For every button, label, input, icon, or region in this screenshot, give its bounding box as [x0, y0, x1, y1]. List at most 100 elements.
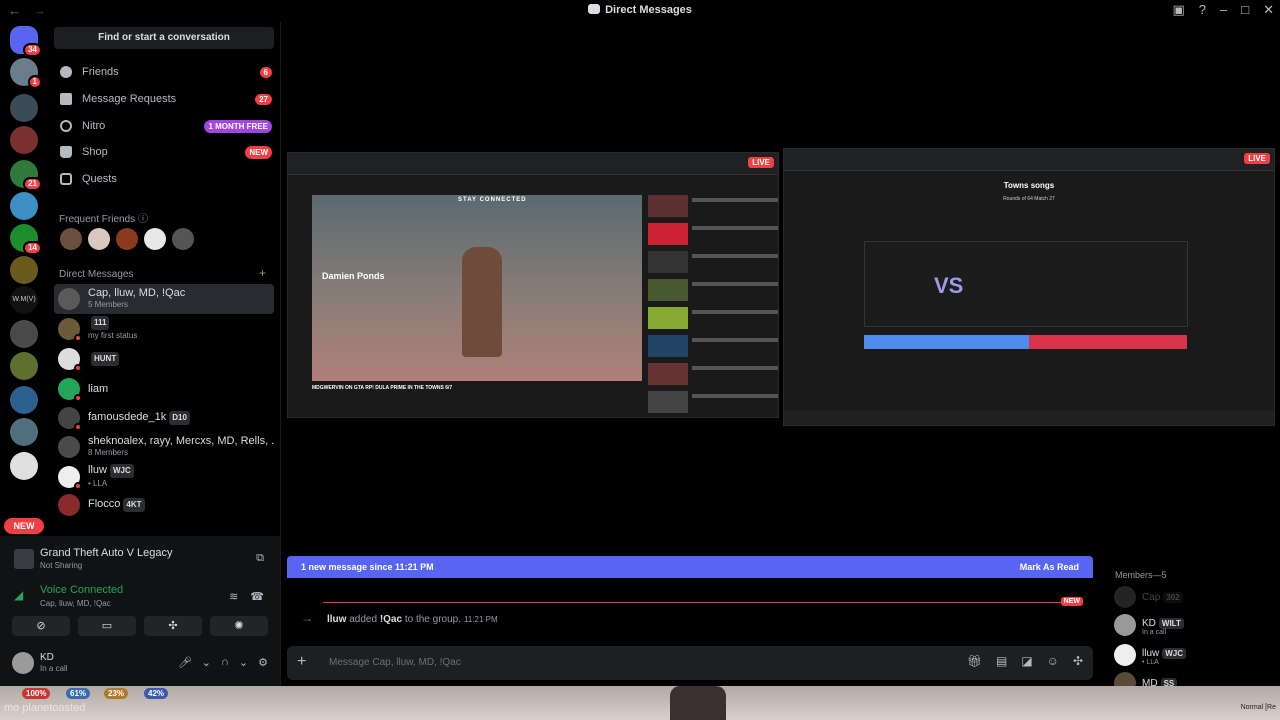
composer-actions: 🎁︎ ▤ ◪ ☺ ✣	[967, 654, 1083, 668]
chevron-down-icon[interactable]: ⌄	[239, 656, 248, 669]
server-icon[interactable]	[10, 452, 38, 480]
mark-as-read-button[interactable]: Mark As Read	[1020, 562, 1079, 572]
new-unread-pill[interactable]: NEW	[4, 518, 44, 534]
help-icon[interactable]: ?	[1199, 2, 1206, 18]
signal-icon[interactable]: ◢	[14, 588, 23, 602]
camera-off-button[interactable]: ⊘	[12, 616, 70, 636]
disconnect-icon[interactable]: ☎	[250, 590, 264, 603]
user-avatar[interactable]	[12, 652, 34, 674]
avatar	[1114, 614, 1136, 636]
voice-channel[interactable]: Cap, lluw, MD, !Qac	[40, 599, 111, 608]
list-item[interactable]	[648, 307, 778, 333]
vote-option-b[interactable]	[1029, 335, 1187, 349]
microphone-icon[interactable]: 🎤︎	[178, 656, 192, 669]
server-icon[interactable]	[10, 386, 38, 414]
settings-gear-icon[interactable]: ⚙	[258, 656, 268, 669]
dm-name-text: lluw	[88, 464, 107, 476]
vote-option-a[interactable]	[864, 335, 1029, 349]
share-screen-icon[interactable]: ⧉	[256, 552, 264, 565]
list-item[interactable]	[648, 335, 778, 361]
frequent-friend-avatar[interactable]	[172, 228, 194, 250]
list-item[interactable]	[648, 223, 778, 249]
stream-tile-youtube[interactable]: STAY CONNECTED Damien Ponds MDGWERVIN ON…	[287, 152, 779, 418]
sticker-icon[interactable]: ◪	[1021, 654, 1032, 668]
maximize-icon[interactable]: □	[1241, 2, 1249, 18]
friends-nav[interactable]: Friends 6	[56, 60, 272, 84]
message-composer[interactable]: + Message Cap, lluw, MD, !Qac 🎁︎ ▤ ◪ ☺ ✣	[287, 646, 1093, 680]
system-message-user[interactable]: lluw	[327, 614, 346, 625]
soundboard-button[interactable]: ✺	[210, 616, 268, 636]
dm-item[interactable]: liam	[54, 374, 274, 404]
dm-item-group[interactable]: sheknoalex, rayy, Mercxs, MD, Rells, ...…	[54, 432, 274, 462]
gif-icon[interactable]: ▤	[996, 654, 1007, 668]
frequent-friend-avatar[interactable]	[88, 228, 110, 250]
friends-label: Friends	[82, 66, 119, 78]
dm-item[interactable]: Flocco 4KT	[54, 490, 274, 520]
minimize-icon[interactable]: –	[1220, 2, 1227, 18]
list-item[interactable]	[648, 363, 778, 389]
frequent-friends-row	[60, 228, 194, 250]
dm-item-group[interactable]: Cap, lluw, MD, !Qac 5 Members	[54, 284, 274, 314]
dm-item[interactable]: 111 my first status	[54, 314, 274, 344]
nitro-icon	[60, 120, 72, 132]
list-item[interactable]	[648, 391, 778, 417]
server-icon[interactable]	[10, 94, 38, 122]
list-item[interactable]	[648, 279, 778, 305]
member-item[interactable]: Cap 302	[1114, 586, 1183, 608]
os-taskbar	[784, 411, 1274, 425]
quests-nav[interactable]: Quests	[56, 167, 272, 191]
noise-suppression-icon[interactable]: ≋	[229, 590, 238, 603]
message-input[interactable]: Message Cap, lluw, MD, !Qac	[329, 657, 461, 668]
list-item[interactable]	[648, 251, 778, 277]
system-message-target[interactable]: !Qac	[380, 614, 402, 625]
member-item[interactable]: KD WILT In a call	[1114, 614, 1184, 636]
server-icon[interactable]: 14	[10, 224, 42, 255]
list-item[interactable]	[648, 195, 778, 221]
frequent-friend-avatar[interactable]	[144, 228, 166, 250]
find-conversation-button[interactable]: Find or start a conversation	[54, 27, 274, 49]
server-icon[interactable]	[10, 256, 38, 284]
add-attachment-icon[interactable]: +	[297, 653, 306, 671]
server-icon[interactable]: 1	[10, 58, 42, 89]
server-icon[interactable]	[10, 320, 38, 348]
inbox-icon[interactable]: ▣	[1172, 2, 1184, 18]
avatar	[1114, 586, 1136, 608]
apps-icon[interactable]: ✣	[1073, 654, 1083, 668]
video-player[interactable]: STAY CONNECTED Damien Ponds	[312, 195, 642, 381]
nitro-nav[interactable]: Nitro 1 MONTH FREE	[56, 114, 272, 138]
member-item[interactable]: lluw WJC • LLA	[1114, 644, 1187, 666]
new-messages-banner[interactable]: 1 new message since 11:21 PM Mark As Rea…	[287, 556, 1093, 578]
chevron-down-icon[interactable]: ⌄	[202, 656, 211, 669]
frequent-friend-avatar[interactable]	[60, 228, 82, 250]
dm-sub: my first status	[88, 331, 138, 340]
tournament-title: Towns songs	[1003, 181, 1055, 190]
dm-item[interactable]: famousdede_1k D10	[54, 403, 274, 433]
server-icon[interactable]	[10, 418, 38, 446]
activities-button[interactable]: ✣	[144, 616, 202, 636]
dm-item[interactable]: HUNT	[54, 344, 274, 374]
close-icon[interactable]: ✕	[1263, 2, 1274, 18]
video-top-text: STAY CONNECTED	[458, 197, 527, 203]
stream-tile-tournament[interactable]: Towns songs Rounds of 64 Match 27 VS LIV…	[783, 148, 1275, 426]
server-icon[interactable]: 21	[10, 160, 42, 191]
message-requests-nav[interactable]: Message Requests 27	[56, 87, 272, 111]
friends-icon	[60, 66, 72, 78]
emoji-icon[interactable]: ☺	[1047, 654, 1059, 668]
headphones-icon[interactable]: ∩	[221, 656, 229, 669]
dm-name: famousdede_1k D10	[88, 411, 190, 425]
gift-icon[interactable]: 🎁︎	[967, 654, 982, 668]
server-icon-wmv[interactable]: W.M(V)	[10, 286, 38, 314]
dm-item[interactable]: lluw WJC • LLA	[54, 462, 274, 492]
browser-bar	[288, 153, 778, 175]
dm-name: liam	[88, 383, 109, 395]
info-icon[interactable]: ⓘ	[138, 214, 148, 225]
server-icon[interactable]	[10, 126, 38, 154]
create-dm-icon[interactable]: +	[259, 266, 266, 280]
nitro-label: Nitro	[82, 120, 106, 132]
screen-share-button[interactable]: ▭	[78, 616, 136, 636]
frequent-friend-avatar[interactable]	[116, 228, 138, 250]
home-button[interactable]: 34	[10, 26, 42, 57]
server-icon[interactable]	[10, 192, 38, 220]
shop-nav[interactable]: Shop NEW	[56, 140, 272, 164]
server-icon[interactable]	[10, 352, 38, 380]
